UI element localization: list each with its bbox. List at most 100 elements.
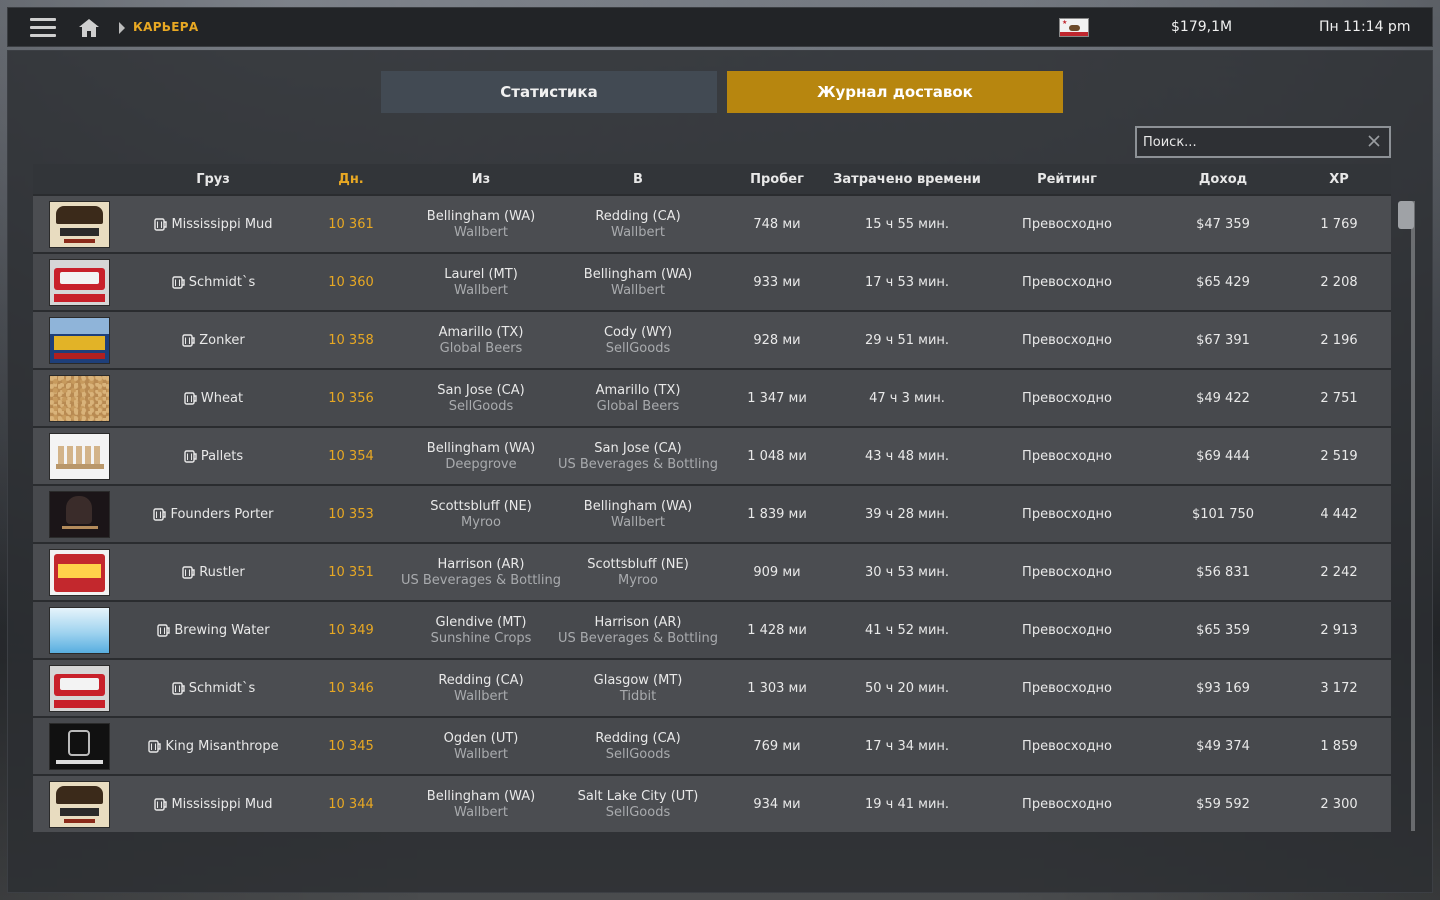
- table-row[interactable]: Schmidt`s 10 360 Laurel (MT) Wallbert Be…: [33, 252, 1391, 310]
- column-header-rating[interactable]: Рейтинг: [1002, 172, 1132, 187]
- table-row[interactable]: King Misanthrope 10 345 Ogden (UT) Wallb…: [33, 716, 1391, 774]
- time-cell: 43 ч 48 мин.: [864, 448, 950, 464]
- time-cell: 15 ч 55 мин.: [864, 216, 950, 232]
- close-icon[interactable]: [1367, 134, 1381, 148]
- rating-cell: Превосходно: [1022, 274, 1112, 290]
- time-cell: 47 ч 3 мин.: [869, 390, 945, 406]
- income-cell: $49 374: [1196, 738, 1250, 754]
- table-row[interactable]: Rustler 10 351 Harrison (AR) US Beverage…: [33, 542, 1391, 600]
- table-row[interactable]: Schmidt`s 10 346 Redding (CA) Wallbert G…: [33, 658, 1391, 716]
- cargo-name: Mississippi Mud: [171, 796, 273, 812]
- rating-cell: Превосходно: [1022, 506, 1112, 522]
- table-row[interactable]: Brewing Water 10 349 Glendive (MT) Sunsh…: [33, 600, 1391, 658]
- to-city: Redding (CA): [595, 208, 681, 224]
- rating-cell: Превосходно: [1022, 564, 1112, 580]
- to-company: Myroo: [618, 572, 658, 588]
- rating-cell: Превосходно: [1022, 738, 1112, 754]
- table-row[interactable]: Zonker 10 358 Amarillo (TX) Global Beers…: [33, 310, 1391, 368]
- column-header-time[interactable]: Затрачено времени: [827, 172, 987, 187]
- from-city: San Jose (CA): [437, 382, 525, 398]
- rating-cell: Превосходно: [1022, 390, 1112, 406]
- xp-cell: 2 913: [1320, 622, 1358, 638]
- cargo-name: Rustler: [199, 564, 245, 580]
- to-company: Tidbit: [619, 688, 657, 704]
- beer-keg-icon: [182, 334, 195, 347]
- tab-statistics[interactable]: Статистика: [381, 71, 717, 113]
- table-header: Груз Дн. Из В Пробег Затрачено времени Р…: [33, 164, 1391, 194]
- to-company: Wallbert: [611, 282, 665, 298]
- column-header-day[interactable]: Дн.: [311, 172, 391, 187]
- time-cell: 19 ч 41 мин.: [864, 796, 950, 812]
- scrollbar-thumb[interactable]: [1398, 201, 1414, 229]
- table-row[interactable]: Wheat 10 356 San Jose (CA) SellGoods Ama…: [33, 368, 1391, 426]
- income-cell: $101 750: [1191, 506, 1255, 522]
- table-row[interactable]: Mississippi Mud 10 361 Bellingham (WA) W…: [33, 194, 1391, 252]
- top-bar: КАРЬЕРА ★ $179,1M Пн 11:14 pm: [7, 7, 1433, 47]
- time-cell: 50 ч 20 мин.: [864, 680, 950, 696]
- search-input[interactable]: [1143, 132, 1358, 152]
- xp-cell: 2 196: [1320, 332, 1358, 348]
- table-row[interactable]: Mississippi Mud 10 344 Bellingham (WA) W…: [33, 774, 1391, 832]
- xp-cell: 2 300: [1320, 796, 1358, 812]
- table-row[interactable]: Pallets 10 354 Bellingham (WA) Deepgrove…: [33, 426, 1391, 484]
- cargo-thumbnail: [49, 375, 110, 422]
- column-header-from[interactable]: Из: [401, 172, 561, 187]
- cargo-cell: Zonker: [133, 312, 293, 368]
- column-header-to[interactable]: В: [558, 172, 718, 187]
- column-header-income[interactable]: Доход: [1168, 172, 1278, 187]
- cargo-name: Founders Porter: [170, 506, 274, 522]
- time-cell: 17 ч 53 мин.: [864, 274, 950, 290]
- to-city: Amarillo (TX): [595, 382, 681, 398]
- beer-keg-icon: [148, 740, 162, 753]
- cargo-thumbnail: [49, 549, 110, 596]
- cargo-name: Schmidt`s: [188, 274, 256, 290]
- hamburger-menu-icon[interactable]: [30, 18, 56, 38]
- time-cell: 17 ч 34 мин.: [864, 738, 950, 754]
- column-header-xp[interactable]: XP: [1299, 172, 1379, 187]
- time-cell: 29 ч 51 мин.: [864, 332, 950, 348]
- cargo-thumbnail: [49, 665, 110, 712]
- from-company: Wallbert: [454, 282, 508, 298]
- california-flag-icon: ★: [1059, 18, 1089, 37]
- from-company: Deepgrove: [445, 456, 517, 472]
- from-city: Glendive (MT): [435, 614, 527, 630]
- column-header-distance[interactable]: Пробег: [732, 172, 822, 187]
- to-cell: Redding (CA) SellGoods: [533, 718, 743, 774]
- beer-keg-icon: [154, 218, 168, 231]
- to-city: Scottsbluff (NE): [587, 556, 689, 572]
- breadcrumb-career[interactable]: КАРЬЕРА: [133, 20, 198, 34]
- scrollbar-track[interactable]: [1411, 201, 1415, 831]
- table-row[interactable]: Founders Porter 10 353 Scottsbluff (NE) …: [33, 484, 1391, 542]
- cargo-thumbnail: [49, 433, 110, 480]
- to-cell: Harrison (AR) US Beverages & Bottling: [533, 602, 743, 658]
- distance-cell: 1 428 ми: [747, 622, 807, 638]
- to-company: SellGoods: [605, 804, 671, 820]
- from-city: Scottsbluff (NE): [430, 498, 532, 514]
- from-city: Harrison (AR): [437, 556, 525, 572]
- cargo-name: Brewing Water: [174, 622, 270, 638]
- distance-cell: 769 ми: [753, 738, 801, 754]
- cargo-name: Zonker: [199, 332, 245, 348]
- cargo-thumbnail: [49, 723, 110, 770]
- distance-cell: 928 ми: [753, 332, 801, 348]
- search-box[interactable]: [1135, 126, 1391, 158]
- from-city: Bellingham (WA): [426, 208, 536, 224]
- to-cell: San Jose (CA) US Beverages & Bottling: [533, 428, 743, 484]
- from-company: Wallbert: [454, 224, 508, 240]
- to-city: Harrison (AR): [594, 614, 682, 630]
- cargo-cell: Schmidt`s: [133, 660, 293, 716]
- from-company: Wallbert: [454, 804, 508, 820]
- rating-cell: Превосходно: [1022, 622, 1112, 638]
- to-company: US Beverages & Bottling: [557, 630, 719, 646]
- to-company: SellGoods: [605, 746, 671, 762]
- to-cell: Cody (WY) SellGoods: [533, 312, 743, 368]
- cargo-thumbnail: [49, 317, 110, 364]
- column-header-cargo[interactable]: Груз: [133, 172, 293, 187]
- home-icon[interactable]: [78, 17, 100, 39]
- from-company: SellGoods: [448, 398, 514, 414]
- from-city: Laurel (MT): [444, 266, 518, 282]
- tab-delivery-log[interactable]: Журнал доставок: [727, 71, 1063, 113]
- from-city: Ogden (UT): [443, 730, 519, 746]
- from-city: Bellingham (WA): [426, 788, 536, 804]
- beer-keg-icon: [154, 798, 168, 811]
